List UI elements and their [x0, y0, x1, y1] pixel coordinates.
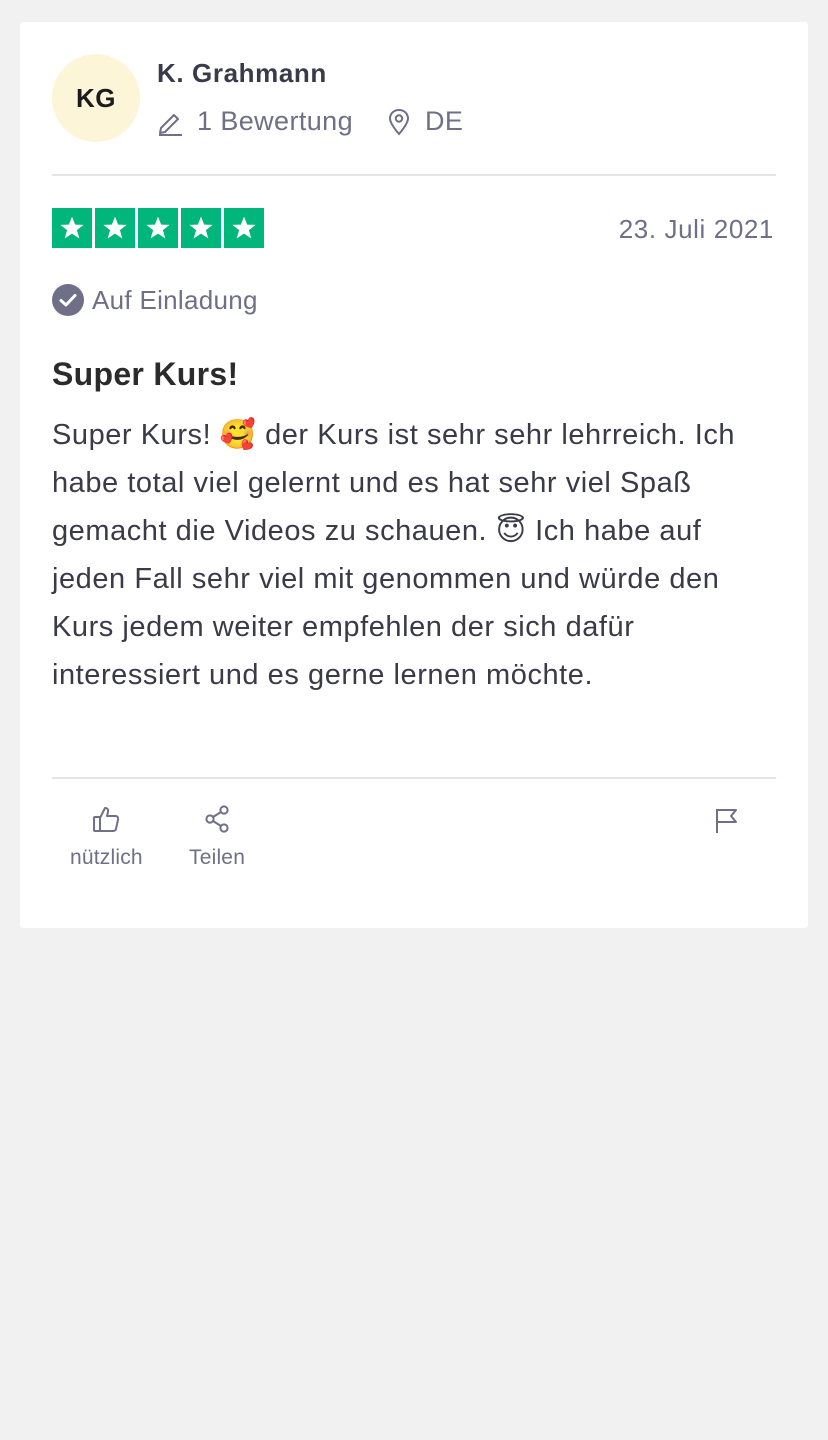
smiling-face-with-halo-emoji: 😇	[495, 515, 527, 547]
star-icon	[138, 208, 178, 248]
review-count: 1 Bewertung	[157, 106, 353, 137]
review-card: KG K. Grahmann 1 Bewertung DE 23. Juli 2…	[20, 22, 808, 928]
star-icon	[95, 208, 135, 248]
divider	[52, 777, 776, 779]
avatar-initials: KG	[76, 82, 116, 113]
review-body: Super Kurs! 🥰 der Kurs ist sehr sehr leh…	[52, 411, 782, 699]
thumbs-up-icon	[93, 807, 120, 832]
useful-button[interactable]: nützlich	[70, 804, 143, 870]
check-circle-icon	[52, 284, 84, 316]
report-button[interactable]	[712, 806, 742, 841]
useful-label: nützlich	[70, 846, 143, 869]
share-label: Teilen	[189, 846, 246, 869]
avatar[interactable]: KG	[52, 54, 140, 142]
share-icon	[205, 805, 229, 833]
flag-icon	[716, 809, 737, 833]
review-date: 23. Juli 2021	[618, 214, 774, 244]
invite-label: Auf Einladung	[92, 284, 258, 315]
star-icon	[52, 208, 92, 248]
reviewer-country: DE	[387, 106, 463, 137]
reviewer-meta: 1 Bewertung DE	[157, 106, 463, 137]
country-code: DE	[425, 106, 464, 136]
invite-badge[interactable]: Auf Einladung	[52, 284, 258, 316]
share-button[interactable]: Teilen	[189, 804, 245, 870]
smiling-face-with-hearts-emoji: 🥰	[219, 419, 257, 451]
review-text: Super Kurs!	[52, 419, 220, 451]
star-icon	[224, 208, 264, 248]
review-count-label: 1 Bewertung	[197, 106, 353, 136]
location-pin-icon	[388, 108, 410, 135]
review-title: Super Kurs!	[52, 356, 239, 392]
reviewer-name[interactable]: K. Grahmann	[157, 58, 327, 89]
divider	[52, 174, 776, 176]
pencil-icon	[159, 113, 182, 136]
star-rating	[52, 208, 267, 248]
star-icon	[181, 208, 221, 248]
